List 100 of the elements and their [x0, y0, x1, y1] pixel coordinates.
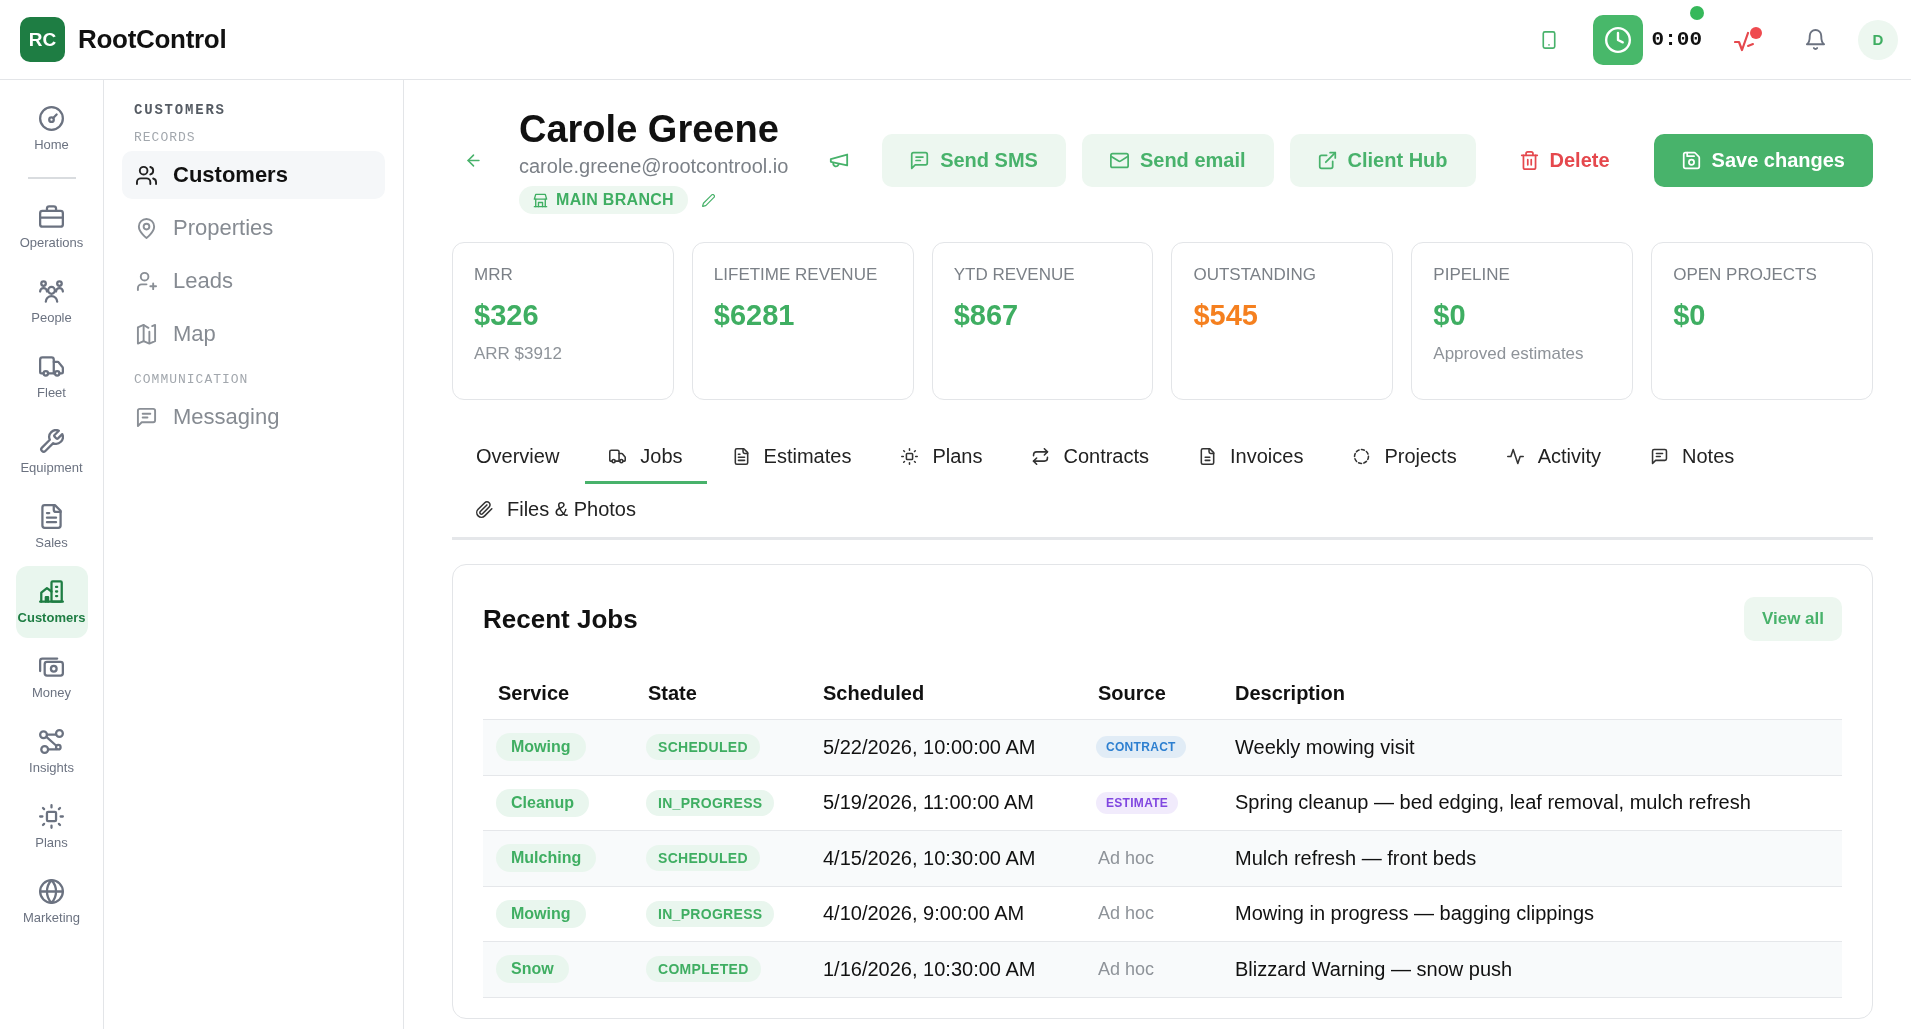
sidebar-item[interactable]: Map	[122, 310, 385, 358]
stat-label: OPEN PROJECTS	[1673, 265, 1817, 285]
status-tag: IN_PROGRESS	[646, 900, 775, 927]
stat-value: $0	[1433, 299, 1466, 332]
bell-icon[interactable]	[1805, 28, 1826, 51]
stat-label: PIPELINE	[1433, 265, 1510, 285]
rail-nav-item[interactable]: People	[15, 266, 88, 338]
stat-value: $867	[953, 299, 1019, 332]
banknote-icon	[39, 654, 64, 679]
buildings-icon	[39, 579, 64, 604]
app-logo: RC	[20, 17, 65, 62]
table-cell-text: Ad hoc	[1097, 903, 1156, 925]
message-icon	[1651, 447, 1668, 465]
stat-label: LIFETIME REVENUE	[713, 265, 878, 285]
source-tag: ESTIMATE	[1096, 791, 1179, 814]
service-tag: Cleanup	[496, 788, 590, 817]
stat-value: $6281	[713, 299, 795, 332]
service-tag: Mowing	[496, 733, 586, 762]
rail-nav-item[interactable]: Sales	[15, 491, 88, 563]
rail-nav-item[interactable]: Marketing	[15, 866, 88, 938]
rail-nav-item[interactable]: Home	[15, 93, 88, 165]
map-pin-icon	[136, 217, 157, 239]
save-button[interactable]: Save changes	[1653, 133, 1873, 187]
invoice-icon	[1199, 447, 1217, 465]
gauge-icon	[39, 106, 64, 131]
sidebar-title: CUSTOMERS	[133, 102, 227, 118]
stat-label: YTD REVENUE	[953, 265, 1075, 285]
delete-button[interactable]: Delete	[1491, 133, 1638, 187]
document-icon	[732, 447, 750, 465]
tab[interactable]: Overview	[452, 431, 584, 484]
column-header: State	[647, 681, 698, 705]
column-header: Scheduled	[822, 681, 926, 705]
service-tag: Mulching	[496, 844, 597, 873]
table-cell-text: 1/16/2026, 10:30:00 AM	[822, 957, 1037, 981]
table-cell-text: 5/19/2026, 11:00:00 AM	[822, 791, 1035, 815]
app-name: RootControl	[78, 24, 227, 55]
table-cell-text: Ad hoc	[1097, 847, 1156, 869]
sidebar-item[interactable]: Properties	[122, 204, 385, 252]
rail-nav-item[interactable]: Customers	[15, 566, 88, 638]
people-icon	[39, 279, 64, 304]
timer-display: 0:00	[1651, 28, 1702, 51]
table-cell-text: 4/10/2026, 9:00:00 AM	[822, 902, 1026, 926]
stat-label: OUTSTANDING	[1193, 265, 1316, 285]
store-icon	[533, 192, 548, 208]
rail-nav-item[interactable]: Fleet	[15, 341, 88, 413]
pulse-alert-icon[interactable]	[1734, 26, 1762, 53]
source-tag: CONTRACT	[1096, 736, 1186, 759]
mail-icon	[1109, 150, 1129, 170]
map-icon	[136, 323, 157, 345]
status-tag: IN_PROGRESS	[646, 789, 775, 816]
stat-label: MRR	[474, 265, 513, 285]
repeat-icon	[1032, 447, 1050, 465]
column-header: Service	[497, 681, 571, 705]
tab[interactable]: Projects	[1329, 431, 1481, 484]
table-cell-text: Ad hoc	[1097, 958, 1156, 980]
tab[interactable]: Files & Photos	[452, 484, 660, 537]
users-icon	[136, 164, 157, 186]
sidebar-item[interactable]: Messaging	[122, 393, 385, 441]
back-arrow-icon[interactable]	[465, 151, 482, 169]
stat-value: $0	[1673, 299, 1706, 332]
clock-button[interactable]	[1592, 14, 1643, 65]
message-icon	[136, 406, 157, 428]
tab[interactable]: Notes	[1627, 431, 1759, 484]
tab[interactable]: Estimates	[708, 431, 876, 484]
table-cell-text: 4/15/2026, 10:30:00 AM	[822, 846, 1037, 870]
rail-nav-item[interactable]: Equipment	[15, 416, 88, 488]
globe-icon	[39, 879, 64, 904]
rail-nav-item[interactable]: Money	[15, 641, 88, 713]
nodes-icon	[39, 729, 64, 754]
document-icon	[39, 504, 64, 529]
panel-title: Recent Jobs	[483, 603, 638, 635]
tab[interactable]: Contracts	[1008, 431, 1174, 484]
branch-name: MAIN BRANCH	[556, 191, 674, 209]
stat-value: $326	[474, 299, 539, 332]
sidebar-item[interactable]: Customers	[122, 151, 385, 199]
service-tag: Mowing	[496, 899, 586, 928]
stat-note: ARR $3912	[474, 344, 562, 364]
rail-nav-item[interactable]: Operations	[15, 191, 88, 263]
rail-nav-item[interactable]: Insights	[15, 716, 88, 788]
stat-value: $545	[1193, 299, 1258, 332]
truck-icon	[39, 354, 64, 379]
tab[interactable]: Plans	[877, 431, 1007, 484]
table-cell-text: 5/22/2026, 10:00:00 AM	[822, 735, 1037, 759]
pencil-icon[interactable]	[701, 193, 715, 207]
section-heading: COMMUNICATION	[133, 372, 250, 387]
wrench-icon	[39, 429, 64, 454]
table-cell-text: Mowing in progress — bagging clippings	[1234, 902, 1596, 926]
truck-icon	[609, 447, 627, 465]
sidebar-item[interactable]: Leads	[122, 257, 385, 305]
user-avatar[interactable]: D	[1858, 19, 1898, 60]
trash-icon	[1519, 150, 1539, 170]
save-icon	[1681, 150, 1701, 170]
tab[interactable]: Invoices	[1175, 431, 1328, 484]
rail-nav-item[interactable]: Plans	[15, 791, 88, 863]
tab[interactable]: Jobs	[585, 431, 707, 484]
table-cell-text: Spring cleanup — bed edging, leaf removal, mulch refresh	[1234, 791, 1752, 815]
dashed-circle-icon	[1353, 447, 1371, 465]
status-dot-icon	[1690, 6, 1704, 20]
focus-icon	[901, 447, 919, 465]
tab[interactable]: Activity	[1482, 431, 1625, 484]
